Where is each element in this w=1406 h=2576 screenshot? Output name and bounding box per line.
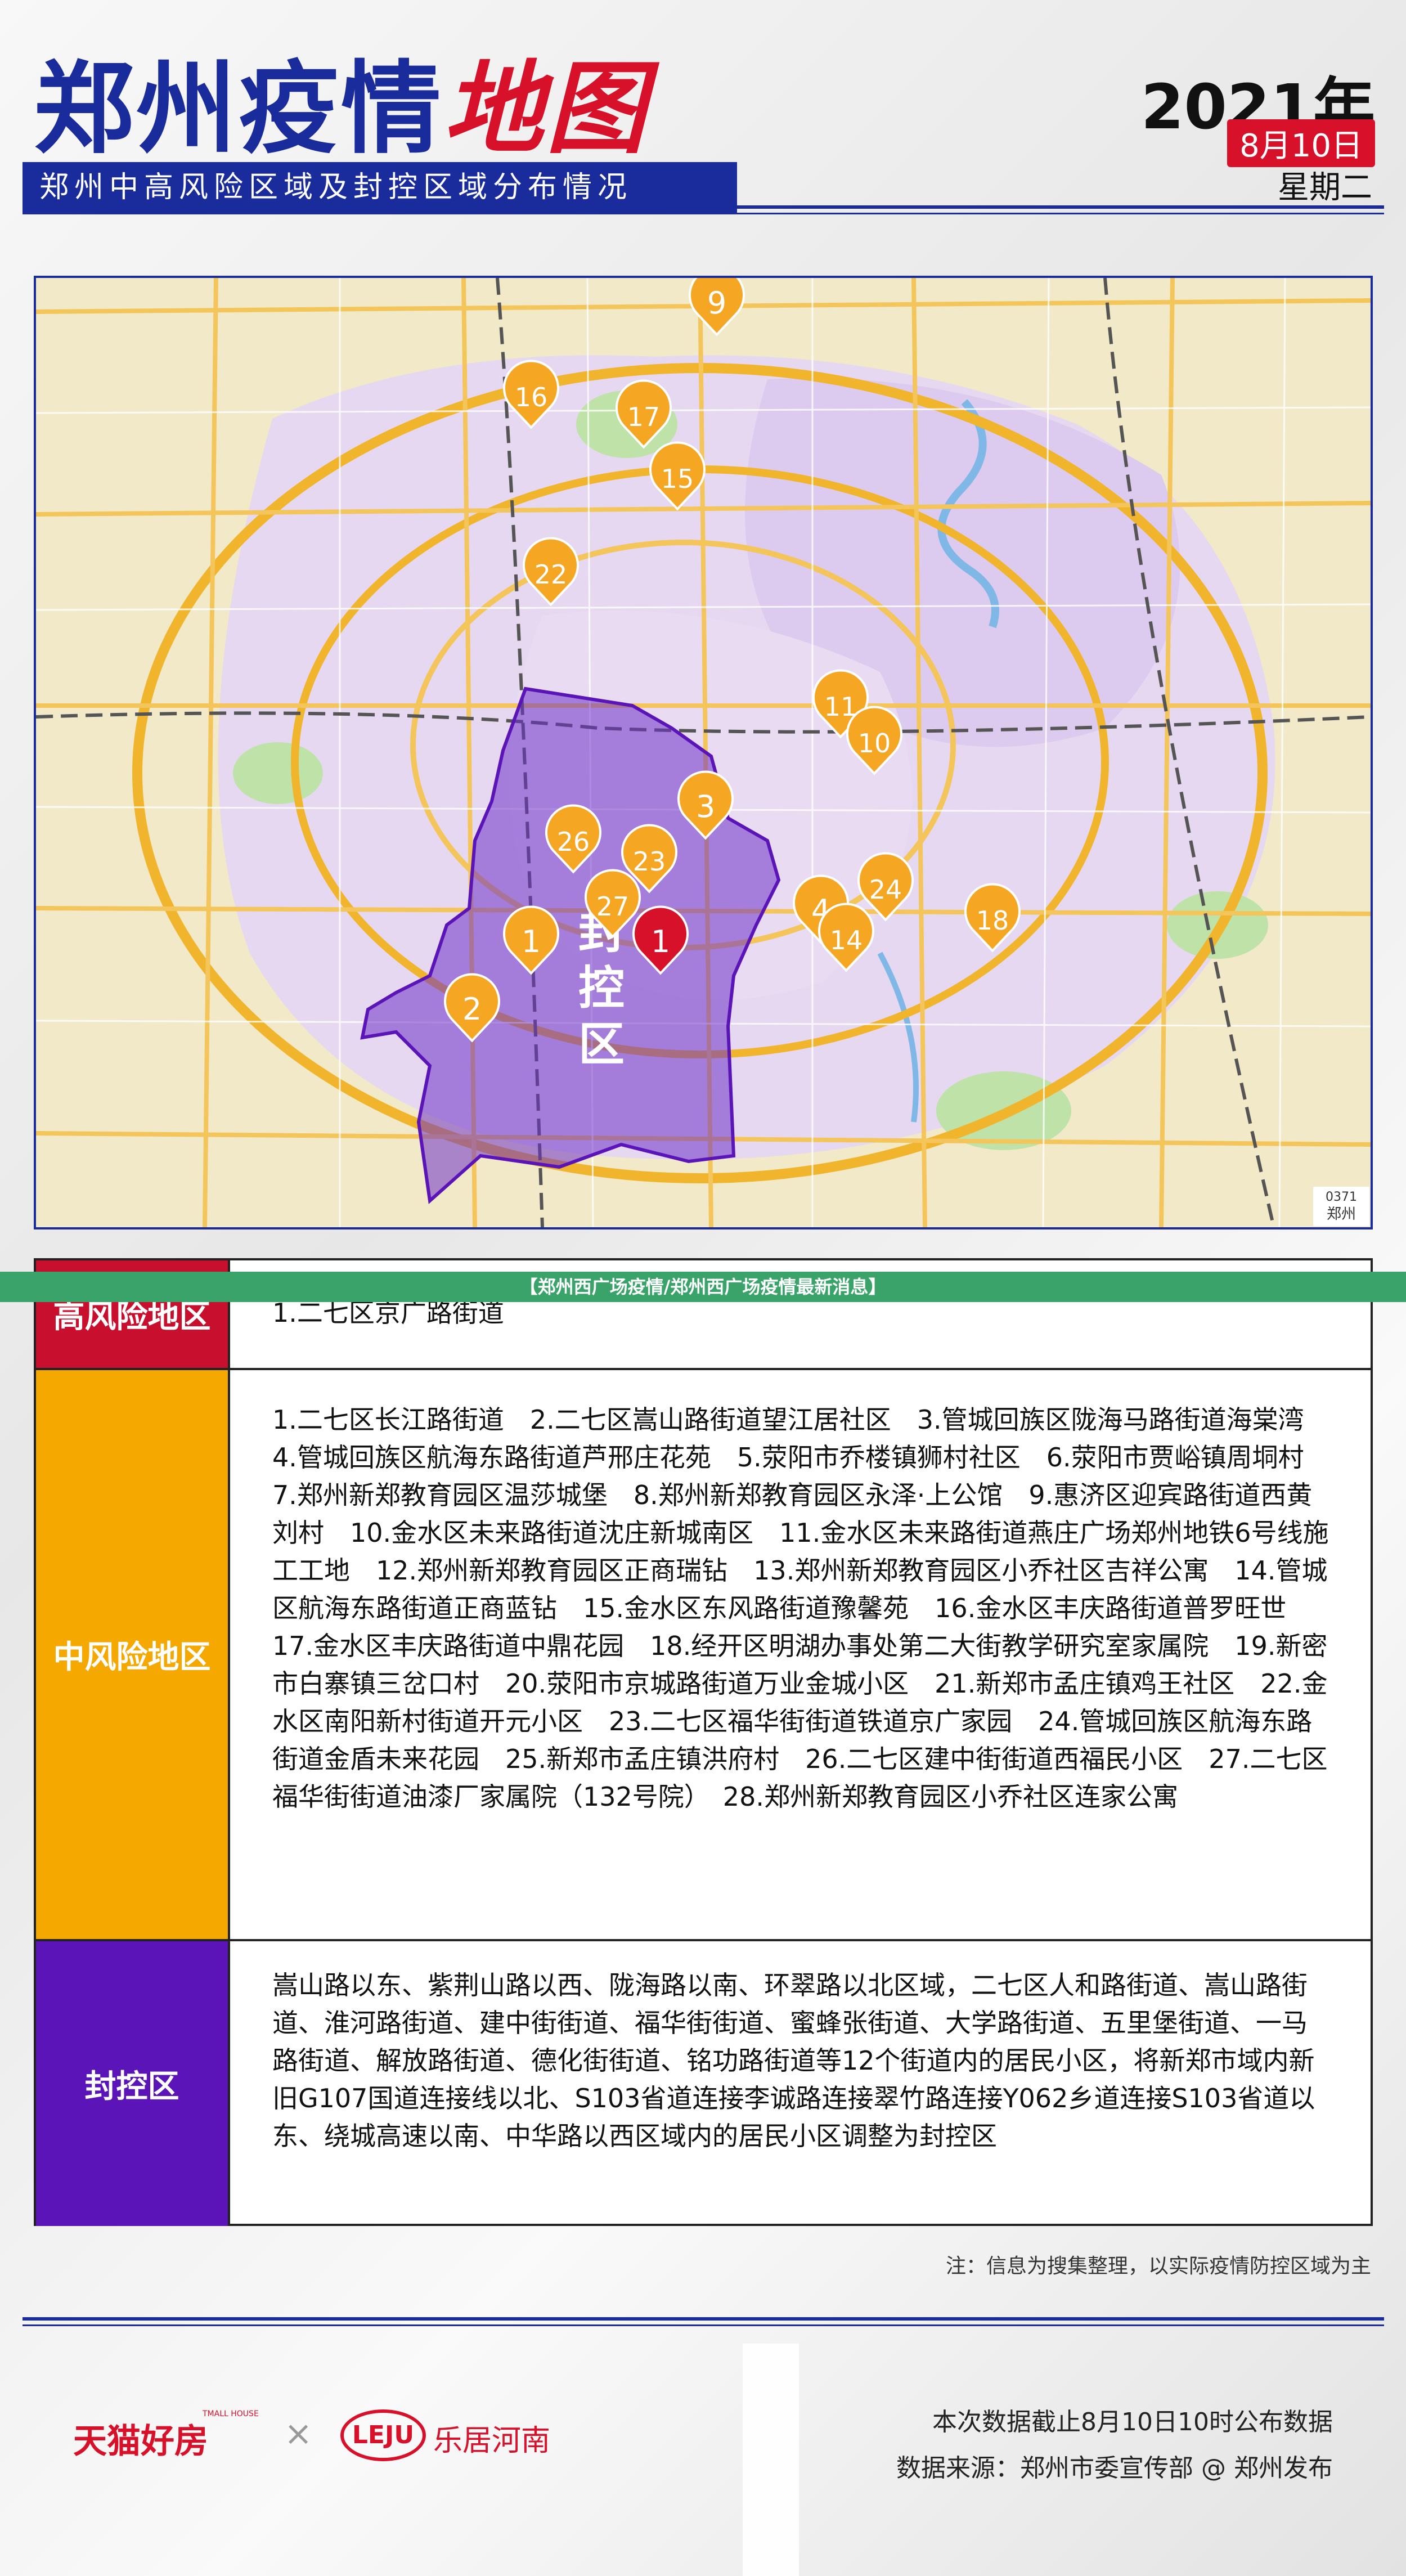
date-badge: 8月10日 (1227, 119, 1375, 167)
marker-number-label: 23 (633, 846, 666, 877)
weekday-label: 星期二 (1278, 169, 1372, 206)
marker-number-label: 14 (830, 925, 863, 955)
white-patch (743, 2344, 799, 2576)
page-title: 郑州疫情地图 (34, 28, 648, 173)
marker-number-label: 10 (858, 728, 891, 759)
marker-number-label: 24 (869, 874, 902, 905)
times-icon: × (284, 2414, 313, 2453)
footnote: 注：信息为搜集整理，以实际疫情防控区域为主 (945, 2255, 1371, 2278)
marker-number-label: 16 (515, 382, 548, 412)
map-canvas: 封 控 区 9161715221110326232724414181 12 037… (36, 278, 1371, 1227)
header-rule-thin (23, 213, 1384, 214)
marker-number-label: 2 (462, 991, 482, 1027)
tmall-house-sublabel: TMALL HOUSE (203, 2409, 259, 2418)
marker-number-label: 1 (651, 924, 670, 959)
marker-number-label: 9 (707, 285, 726, 321)
risk-table: 高风险地区 1.二七区京广路街道 中风险地区 1.二七区长江路街道 2.二七区嵩… (34, 1258, 1373, 2226)
footer-rule-thin (23, 2324, 1384, 2326)
data-source-text: 数据来源：郑州市委宣传部 @ 郑州发布 (896, 2454, 1333, 2483)
table-row-medium: 中风险地区 1.二七区长江路街道 2.二七区嵩山路街道望江居社区 3.管城回族区… (36, 1370, 1371, 1941)
leju-logo: LEJU (340, 2409, 426, 2461)
marker-number-label: 15 (661, 464, 694, 494)
locked-area-label-2: 控 (578, 962, 625, 1015)
data-cutoff-text: 本次数据截止8月10日10时公布数据 (932, 2408, 1333, 2436)
footer-rule (23, 2317, 1384, 2321)
map-panel[interactable]: 封 控 区 9 16 17 15 22 11 10 3 26 23 27 24 4 14 18 1 1 2 037… (34, 276, 1373, 1229)
marker-number-label: 22 (534, 559, 568, 590)
tmall-house-logo: 天猫好房 (73, 2422, 208, 2461)
area-code-label: 0371 (1326, 1190, 1357, 1204)
marker-number-label: 27 (596, 891, 630, 922)
marker-number-label: 3 (696, 789, 715, 824)
table-row-locked: 封控区 嵩山路以东、紫荆山路以西、陇海路以南、环翠路以北区域，二七区人和路街道、… (36, 1941, 1371, 2226)
header-rule (23, 205, 1384, 209)
medium-risk-label: 中风险地区 (36, 1370, 230, 1939)
marker-number-label: 26 (557, 827, 590, 857)
locked-area-cell-label: 封控区 (36, 1941, 230, 2226)
park-patch (233, 742, 323, 804)
city-label: 郑州 (1327, 1206, 1356, 1223)
marker-number-label: 18 (976, 905, 1009, 936)
title-main-text: 郑州疫情 (34, 51, 443, 167)
marker-number-label: 1 (522, 924, 541, 959)
title-red-text: 地图 (443, 51, 648, 167)
locked-area-content: 嵩山路以东、紫荆山路以西、陇海路以南、环翠路以北区域，二七区人和路街道、嵩山路街… (272, 1970, 1315, 2151)
marker-number-label: 17 (627, 402, 661, 432)
news-banner[interactable]: 【郑州西广场疫情/郑州西广场疫情最新消息】 (0, 1272, 1406, 1302)
leju-henan-label: 乐居河南 (433, 2424, 551, 2458)
locked-area-label-3: 区 (578, 1018, 625, 1071)
medium-risk-content: 1.二七区长江路街道 2.二七区嵩山路街道望江居社区 3.管城回族区陇海马路街道… (272, 1404, 1330, 1812)
